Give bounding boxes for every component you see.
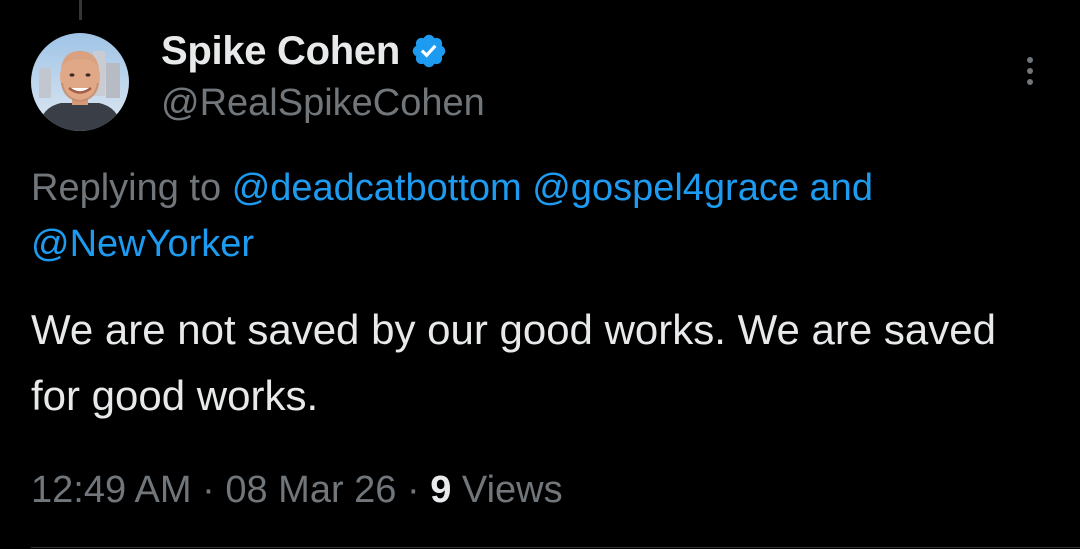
meta-separator: · — [202, 469, 215, 511]
mention-link[interactable]: @gospel4grace — [532, 167, 799, 209]
mention-link[interactable]: @NewYorker — [31, 223, 254, 265]
more-options-icon-dot — [1027, 79, 1033, 85]
meta-separator: · — [407, 469, 420, 511]
replying-to-label: Replying to — [31, 167, 222, 209]
thread-connector-line — [79, 0, 82, 20]
tweet-time[interactable]: 12:49 AM — [31, 469, 192, 511]
more-options-icon-dot — [1027, 68, 1033, 74]
replying-to-line: Replying to @deadcatbottom @gospel4grace… — [31, 160, 1061, 272]
author-name-row: Spike Cohen — [161, 26, 448, 76]
mention-conjunction[interactable]: and — [810, 167, 873, 209]
more-options-icon — [1027, 57, 1033, 63]
verified-badge-icon[interactable] — [410, 32, 448, 70]
avatar[interactable] — [31, 33, 129, 131]
tweet-meta: 12:49 AM · 08 Mar 26 · 9 Views — [31, 464, 563, 516]
author-display-name[interactable]: Spike Cohen — [161, 29, 400, 74]
mention-link[interactable]: @deadcatbottom — [232, 167, 522, 209]
tweet-date[interactable]: 08 Mar 26 — [225, 469, 396, 511]
more-options-button[interactable] — [1012, 52, 1048, 90]
views-count: 9 — [430, 469, 452, 511]
divider — [31, 547, 1080, 548]
views-label: Views — [461, 469, 563, 511]
author-handle[interactable]: @RealSpikeCohen — [161, 82, 485, 125]
avatar-image — [31, 33, 129, 131]
tweet-text: We are not saved by our good works. We a… — [31, 306, 996, 419]
